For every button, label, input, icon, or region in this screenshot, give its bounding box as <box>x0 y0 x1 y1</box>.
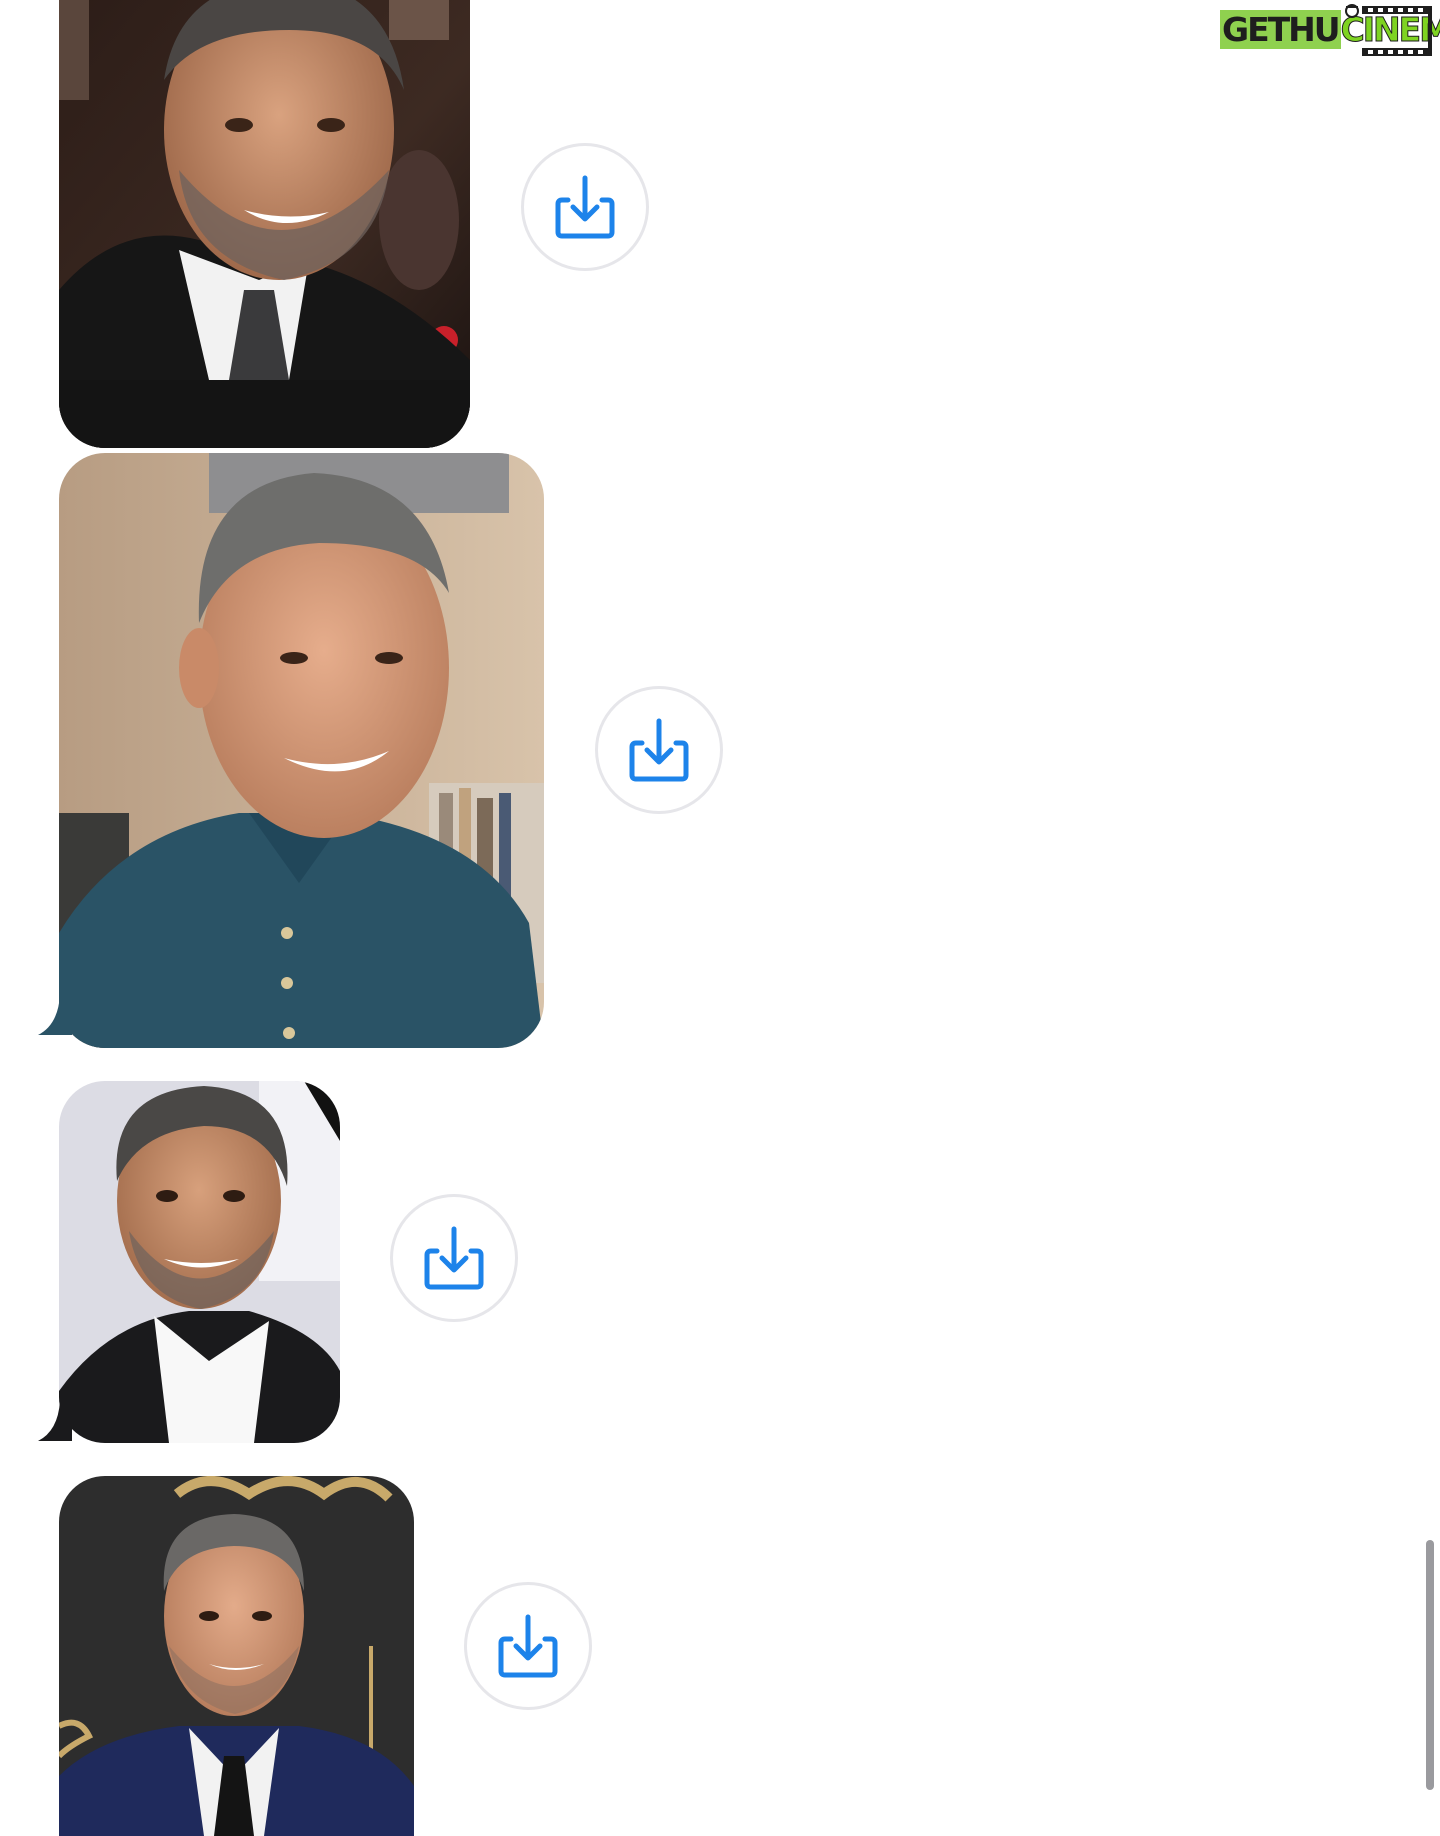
save-image-button-2[interactable] <box>595 686 723 814</box>
image-bubble-1[interactable] <box>59 0 470 448</box>
download-icon <box>629 718 689 782</box>
scrollbar[interactable] <box>1426 1540 1434 1790</box>
message-thread <box>0 0 1440 1836</box>
save-image-button-3[interactable] <box>390 1194 518 1322</box>
download-icon <box>424 1226 484 1290</box>
message-1 <box>0 0 700 450</box>
bubble-tail-2 <box>38 995 72 1035</box>
photo-man-dark-suit <box>59 0 470 448</box>
message-2 <box>0 450 800 1060</box>
image-bubble-2[interactable] <box>59 453 544 1048</box>
bubble-tail-3 <box>38 1401 72 1441</box>
watermark-logo: GETHUCINEMA <box>1216 2 1440 58</box>
message-3 <box>0 1078 700 1448</box>
watermark-text-gethu: GETHU <box>1220 10 1341 49</box>
download-icon <box>555 175 615 239</box>
photo-man-red-carpet <box>59 1081 340 1443</box>
photo-man-emmys <box>59 1476 414 1836</box>
save-image-button-1[interactable] <box>521 143 649 271</box>
photo-man-blue-shirt <box>59 453 544 1048</box>
film-reel-icon <box>1345 4 1432 56</box>
save-image-button-4[interactable] <box>464 1582 592 1710</box>
message-4 <box>0 1470 700 1836</box>
image-bubble-4[interactable] <box>59 1476 414 1836</box>
download-icon <box>498 1614 558 1678</box>
image-bubble-3[interactable] <box>59 1081 340 1443</box>
